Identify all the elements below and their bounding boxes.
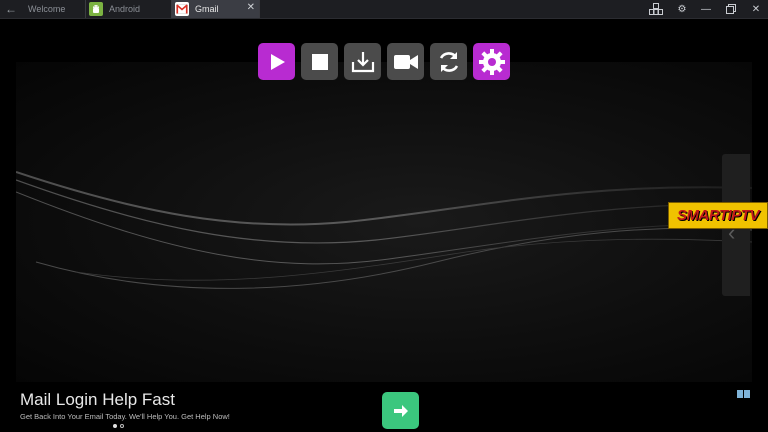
tab-android-label: Android xyxy=(109,4,141,14)
arrow-right-icon xyxy=(393,404,408,417)
download-button[interactable] xyxy=(344,43,381,80)
tab-bar: ← Welcome Android Gmail ✕ ⚙ — ✕ xyxy=(0,0,768,19)
record-button[interactable] xyxy=(387,43,424,80)
ad-title[interactable]: Mail Login Help Fast xyxy=(20,390,175,410)
ad-subtitle: Get Back Into Your Email Today. We'll He… xyxy=(20,412,230,421)
restore-icon[interactable] xyxy=(722,0,740,18)
play-button[interactable] xyxy=(258,43,295,80)
stop-icon xyxy=(311,53,328,70)
tab-android[interactable]: Android xyxy=(86,0,172,18)
tab-welcome-label: Welcome xyxy=(28,4,66,14)
keymap-icon[interactable] xyxy=(646,0,666,18)
tab-welcome[interactable]: Welcome xyxy=(22,0,86,18)
play-icon xyxy=(270,53,285,70)
stop-button[interactable] xyxy=(301,43,338,80)
tab-gmail-label: Gmail xyxy=(195,4,219,14)
refresh-icon xyxy=(439,51,458,72)
refresh-button[interactable] xyxy=(430,43,467,80)
video-camera-icon xyxy=(393,54,418,69)
settings-icon[interactable]: ⚙ xyxy=(673,0,691,18)
window-close-icon[interactable]: ✕ xyxy=(747,0,765,18)
adchoices-icon[interactable] xyxy=(737,390,751,398)
page-dot xyxy=(120,424,124,428)
back-arrow-icon[interactable]: ← xyxy=(0,0,22,18)
smart-iptv-logo: SMARTIPTV xyxy=(668,202,768,229)
minimize-icon[interactable]: — xyxy=(697,0,715,18)
ad-open-button[interactable] xyxy=(382,392,419,429)
wave-graphic xyxy=(16,171,752,289)
android-icon xyxy=(89,2,103,16)
page-dot-active xyxy=(113,424,117,428)
close-tab-icon[interactable]: ✕ xyxy=(247,2,255,13)
ad-page-indicator xyxy=(113,424,124,428)
gmail-icon xyxy=(175,2,189,16)
settings-button[interactable] xyxy=(473,43,510,80)
tab-gmail[interactable]: Gmail ✕ xyxy=(172,0,260,18)
background-wallpaper xyxy=(16,62,752,382)
gear-icon xyxy=(478,48,505,75)
download-icon xyxy=(351,51,374,72)
